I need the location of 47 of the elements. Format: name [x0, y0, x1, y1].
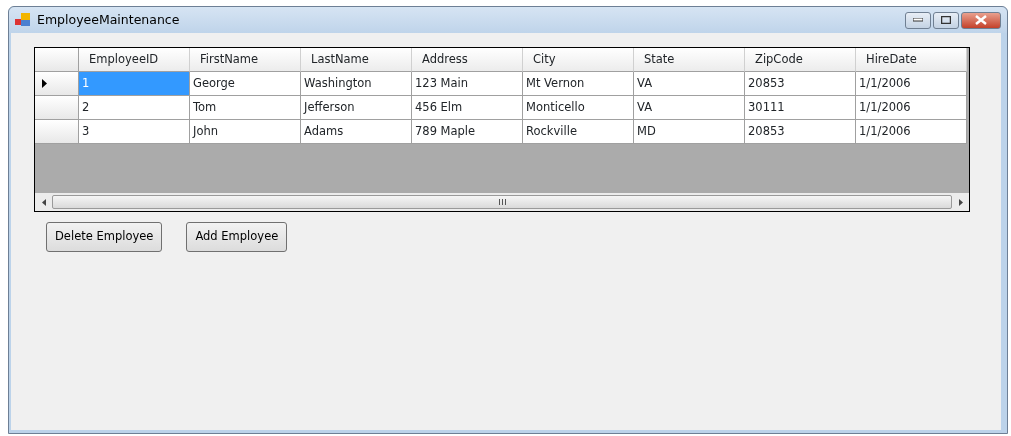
table-cell[interactable]: Rockville — [523, 120, 634, 144]
maximize-button[interactable] — [933, 11, 959, 29]
table-cell[interactable]: 20853 — [745, 72, 856, 96]
current-row-icon — [42, 79, 47, 88]
column-header[interactable]: FirstName — [190, 48, 301, 72]
row-header[interactable] — [35, 72, 79, 96]
window-title: EmployeeMaintenance — [37, 10, 180, 29]
table-cell[interactable]: 20853 — [745, 120, 856, 144]
column-header[interactable]: LastName — [301, 48, 412, 72]
close-button[interactable] — [961, 11, 1001, 29]
close-icon — [975, 15, 987, 25]
table-cell[interactable]: John — [190, 120, 301, 144]
column-header[interactable]: Address — [412, 48, 523, 72]
table-cell[interactable]: 3 — [79, 120, 190, 144]
table-cell[interactable]: 123 Main — [412, 72, 523, 96]
scrollbar-thumb[interactable] — [52, 195, 952, 209]
table-cell[interactable]: 789 Maple — [412, 120, 523, 144]
grip-icon — [498, 199, 506, 205]
table-cell[interactable]: Jefferson — [301, 96, 412, 120]
maximize-icon — [941, 16, 951, 24]
table-cell[interactable]: Monticello — [523, 96, 634, 120]
table-cell[interactable]: Adams — [301, 120, 412, 144]
scroll-right-icon[interactable] — [958, 198, 963, 206]
column-header[interactable]: ZipCode — [745, 48, 856, 72]
table-cell[interactable]: 1/1/2006 — [856, 96, 967, 120]
action-button[interactable]: Delete Employee — [46, 222, 163, 252]
table-cell[interactable]: 1/1/2006 — [856, 120, 967, 144]
horizontal-scrollbar[interactable] — [35, 193, 969, 211]
column-header[interactable]: City — [523, 48, 634, 72]
column-header[interactable]: EmployeeID — [79, 48, 190, 72]
table-cell[interactable]: MD — [634, 120, 745, 144]
action-button[interactable]: Add Employee — [186, 222, 288, 252]
table-cell[interactable]: Washington — [301, 72, 412, 96]
column-header[interactable]: HireDate — [856, 48, 967, 72]
table-cell[interactable]: VA — [634, 96, 745, 120]
scroll-left-icon[interactable] — [41, 198, 46, 206]
table-cell[interactable]: 2 — [79, 96, 190, 120]
app-icon — [15, 13, 31, 27]
table-cell[interactable]: Mt Vernon — [523, 72, 634, 96]
table-cell[interactable]: Tom — [190, 96, 301, 120]
table-cell[interactable]: 30111 — [745, 96, 856, 120]
table-cell[interactable]: 1/1/2006 — [856, 72, 967, 96]
table-cell[interactable]: 456 Elm — [412, 96, 523, 120]
table-cell[interactable]: George — [190, 72, 301, 96]
column-header[interactable]: State — [634, 48, 745, 72]
table-cell[interactable]: VA — [634, 72, 745, 96]
minimize-icon — [913, 18, 923, 22]
